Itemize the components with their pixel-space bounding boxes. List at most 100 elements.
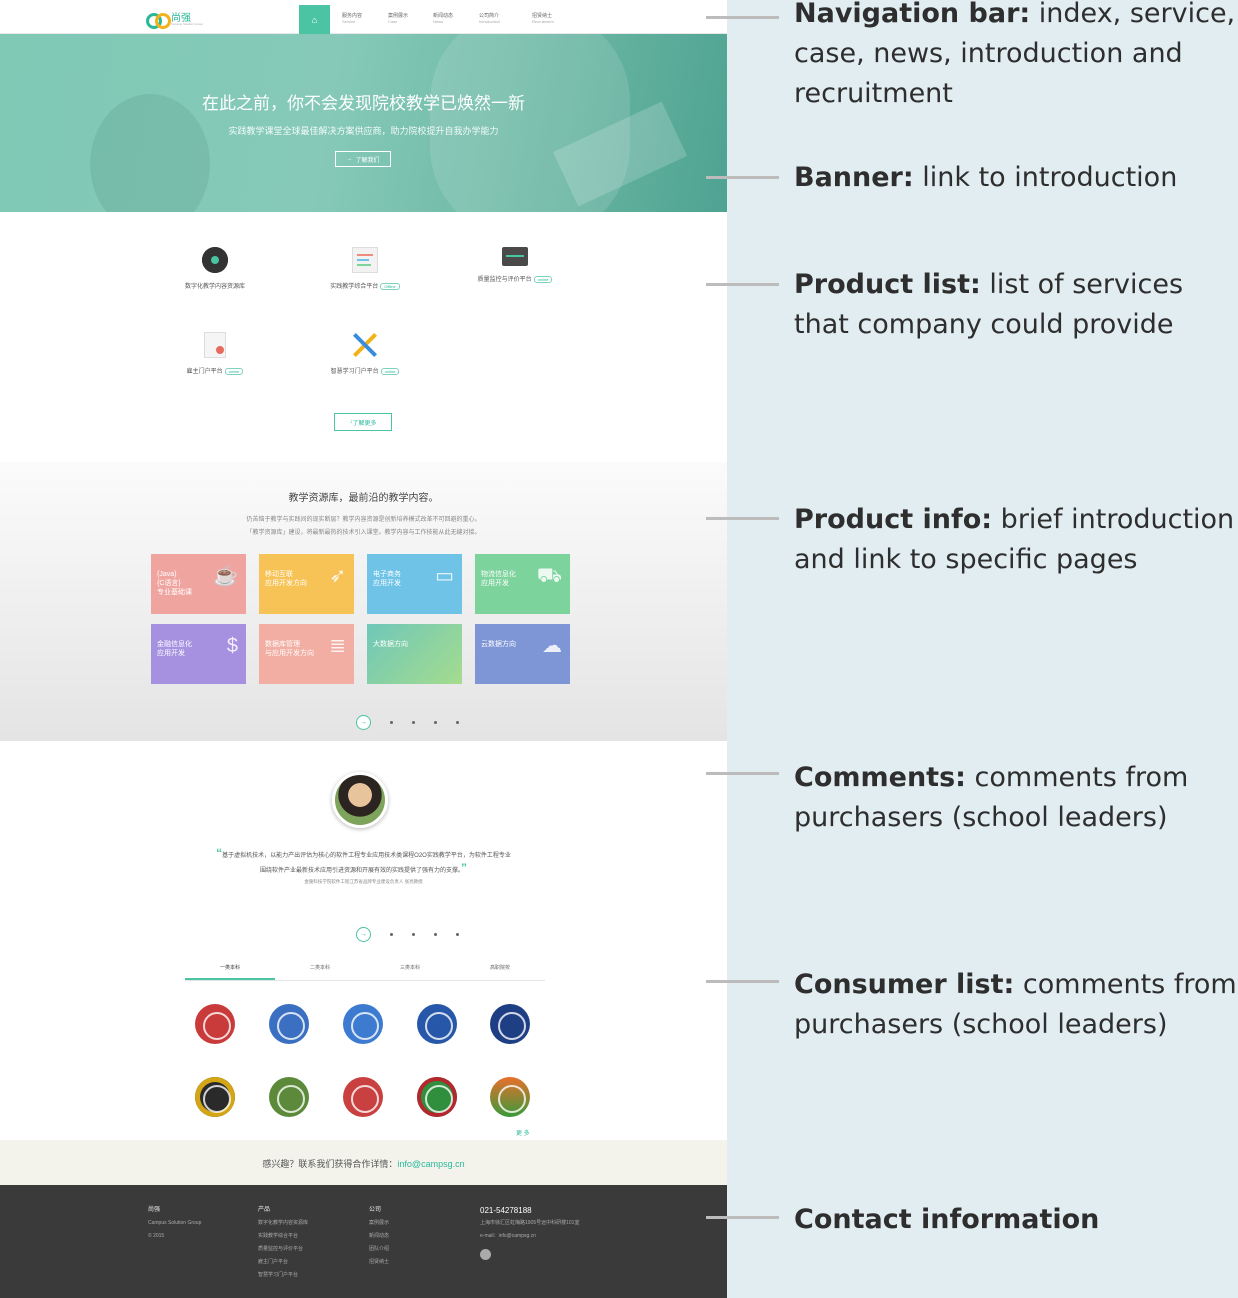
footer-link[interactable]: 团队介绍 [369, 1243, 389, 1256]
product-label: 质量监控与评价平台 [477, 277, 532, 283]
school-seal-icon[interactable] [417, 1077, 457, 1117]
annotation-leader-line [706, 980, 779, 983]
pager-dot[interactable] [412, 721, 415, 724]
product-item[interactable]: 雇主门户平台 online [155, 332, 275, 375]
product-info: 教学资源库，最前沿的教学内容。 仍苦恼于教学与实践间的现实断层？教学内容资源是创… [0, 462, 727, 741]
status-badge: Offline [380, 283, 400, 290]
nav-home-button[interactable]: ⌂ [299, 5, 330, 34]
comments-section: “基于虚拟机技术，以能力产出评估为核心的软件工程专业应用技术类课程O2O实践教学… [0, 741, 727, 1140]
annotation-banner: Banner: link to introduction [794, 158, 1238, 198]
pager-dot[interactable] [390, 721, 393, 724]
school-seal-icon[interactable] [195, 1004, 235, 1044]
nav-item-introduction[interactable]: 公司简介 Introduction [479, 13, 500, 25]
nav-item-case[interactable]: 案例展示 Case [388, 13, 408, 25]
product-item[interactable]: 质量监控与评价平台 online [455, 247, 575, 283]
annotation-consumer-list: Consumer list: comments from purchasers … [794, 965, 1238, 1045]
description-line: 仍苦恼于教学与实践间的现实断层？教学内容资源是创新培养模式改革不可回避的重心。 [246, 517, 481, 523]
course-tile-finance[interactable]: 金融信息化 应用开发 $ [151, 624, 246, 684]
school-seal-icon[interactable] [343, 1004, 383, 1044]
wechat-icon[interactable] [480, 1249, 491, 1260]
nav-item-news[interactable]: 新闻动态 News [433, 13, 453, 25]
site-logo[interactable]: 尚强 Campus Solution Group [146, 12, 203, 29]
banner-title: 在此之前，你不会发现院校教学已焕然一新 [202, 94, 525, 113]
course-tile-java[interactable]: {Java} {C语言} 专业基础课 ☕ [151, 554, 246, 614]
swift-bird-icon: ➶ [329, 565, 346, 587]
footer-link[interactable]: 招贤纳士 [369, 1256, 389, 1269]
product-item[interactable]: 智慧学习门户平台 online [305, 332, 425, 375]
nav-item-en-label: Introduction [479, 19, 500, 24]
learn-more-button[interactable]: ↓ 了解更多 [334, 413, 392, 431]
nav-item-en-label: News [433, 19, 444, 24]
pager-dot[interactable] [412, 933, 415, 936]
school-seal-icon[interactable] [343, 1077, 383, 1117]
product-item[interactable]: 数字化教学内容资源库 [155, 247, 275, 290]
footer-link[interactable]: 案例展示 [369, 1217, 389, 1230]
pager-dot[interactable] [456, 933, 459, 936]
tile-label: 专业基础课 [157, 589, 192, 596]
footer-copyright: © 2015 [148, 1233, 165, 1239]
tab-tier1-university[interactable]: 一类本科 [185, 959, 275, 980]
cloud-icon: ☁ [542, 635, 562, 657]
annotation-title: Product list: [794, 269, 981, 300]
tile-label: 大数据方向 [373, 641, 408, 648]
carousel-pager: → [356, 927, 459, 942]
course-tile-database[interactable]: 数据库管理 与应用开发方向 ≣ [259, 624, 354, 684]
footer-link[interactable]: 智慧学习门户平台 [258, 1269, 308, 1282]
annotation-product-list: Product list: list of services that comp… [794, 265, 1238, 345]
pager-dot[interactable] [390, 933, 393, 936]
footer-column-title: 产品 [258, 1207, 271, 1213]
contact-text: 感兴趣？联系我们获得合作详情： [262, 1159, 398, 1169]
nav-item-recruitment[interactable]: 招贤纳士 Recruitment [532, 13, 554, 25]
monitor-cart-icon: ▭ [435, 565, 454, 587]
product-label: 雇主门户平台 [186, 369, 223, 375]
course-tile-bigdata[interactable]: 大数据方向 [367, 624, 462, 684]
nav-item-service[interactable]: 服务内容 Service [342, 13, 362, 25]
next-arrow-button[interactable]: → [356, 927, 371, 942]
school-seal-icon[interactable] [269, 1077, 309, 1117]
footer-address: 上海市徐汇区虹梅路1905号远中科研楼101室 [480, 1220, 580, 1226]
monitor-chart-icon [502, 247, 528, 266]
section-title: 教学资源库，最前沿的教学内容。 [288, 493, 439, 504]
footer-link[interactable]: 数字化教学内容资源库 [258, 1217, 308, 1230]
consumer-tabs: 一类本科 二类本科 三类本科 高职院校 [185, 959, 545, 981]
footer-link[interactable]: 实践教学综合平台 [258, 1230, 308, 1243]
school-seal-icon[interactable] [195, 1077, 235, 1117]
annotation-leader-line [706, 283, 779, 286]
banner-learn-more-button[interactable]: → 了解我们 [335, 151, 391, 167]
school-seal-icon[interactable] [269, 1004, 309, 1044]
certificate-icon [204, 332, 226, 358]
logo-subtitle: Campus Solution Group [171, 22, 204, 26]
footer-products-column: 产品 数字化教学内容资源库 实践教学综合平台 质量监控与评价平台 雇主门户平台 … [258, 1204, 308, 1282]
pager-dot[interactable] [456, 721, 459, 724]
pager-dot[interactable] [434, 721, 437, 724]
navigation-bar: 尚强 Campus Solution Group ⌂ 服务内容 Service … [0, 5, 727, 34]
school-seal-icon[interactable] [490, 1004, 530, 1044]
annotation-leader-line [706, 16, 779, 19]
section-description: 仍苦恼于教学与实践间的现实断层？教学内容资源是创新培养模式改革不可回避的重心。 … [0, 514, 727, 540]
footer-email[interactable]: e-mail：info@campsg.cn [480, 1230, 579, 1243]
school-seal-icon[interactable] [490, 1077, 530, 1117]
course-tile-ecommerce[interactable]: 电子商务 应用开发 ▭ [367, 554, 462, 614]
school-seal-icon[interactable] [417, 1004, 457, 1044]
course-tile-logistics[interactable]: 物流信息化 应用开发 ⛟ [475, 554, 570, 614]
tab-vocational-college[interactable]: 高职院校 [455, 959, 545, 980]
footer-link[interactable]: 新闻动态 [369, 1230, 389, 1243]
footer-link[interactable]: 质量监控与评价平台 [258, 1243, 308, 1256]
course-tile-cloud[interactable]: 云数据方向 ☁ [475, 624, 570, 684]
course-tile-mobile[interactable]: 移动互联 应用开发方向 ➶ [259, 554, 354, 614]
tab-tier2-university[interactable]: 二类本科 [275, 959, 365, 980]
testimonial-quote: “基于虚拟机技术，以能力产出评估为核心的软件工程专业应用技术类课程O2O实践教学… [0, 847, 727, 877]
cart-icon: ⛟ [536, 565, 562, 587]
more-schools-link[interactable]: 更 多 [516, 1128, 530, 1137]
tab-tier3-university[interactable]: 三类本科 [365, 959, 455, 980]
contact-email-link[interactable]: info@campsg.cn [397, 1159, 464, 1169]
product-item[interactable]: 实践教学综合平台 Offline [305, 247, 425, 290]
pager-dot[interactable] [434, 933, 437, 936]
arrow-right-icon: → [346, 156, 353, 162]
banner-button-label: 了解我们 [355, 157, 380, 164]
footer-link[interactable]: 雇主门户平台 [258, 1256, 308, 1269]
annotation-title: Navigation bar: [794, 0, 1031, 29]
vinyl-disc-icon [202, 247, 228, 273]
annotation-leader-line [706, 1216, 779, 1219]
next-arrow-button[interactable]: → [356, 715, 371, 730]
